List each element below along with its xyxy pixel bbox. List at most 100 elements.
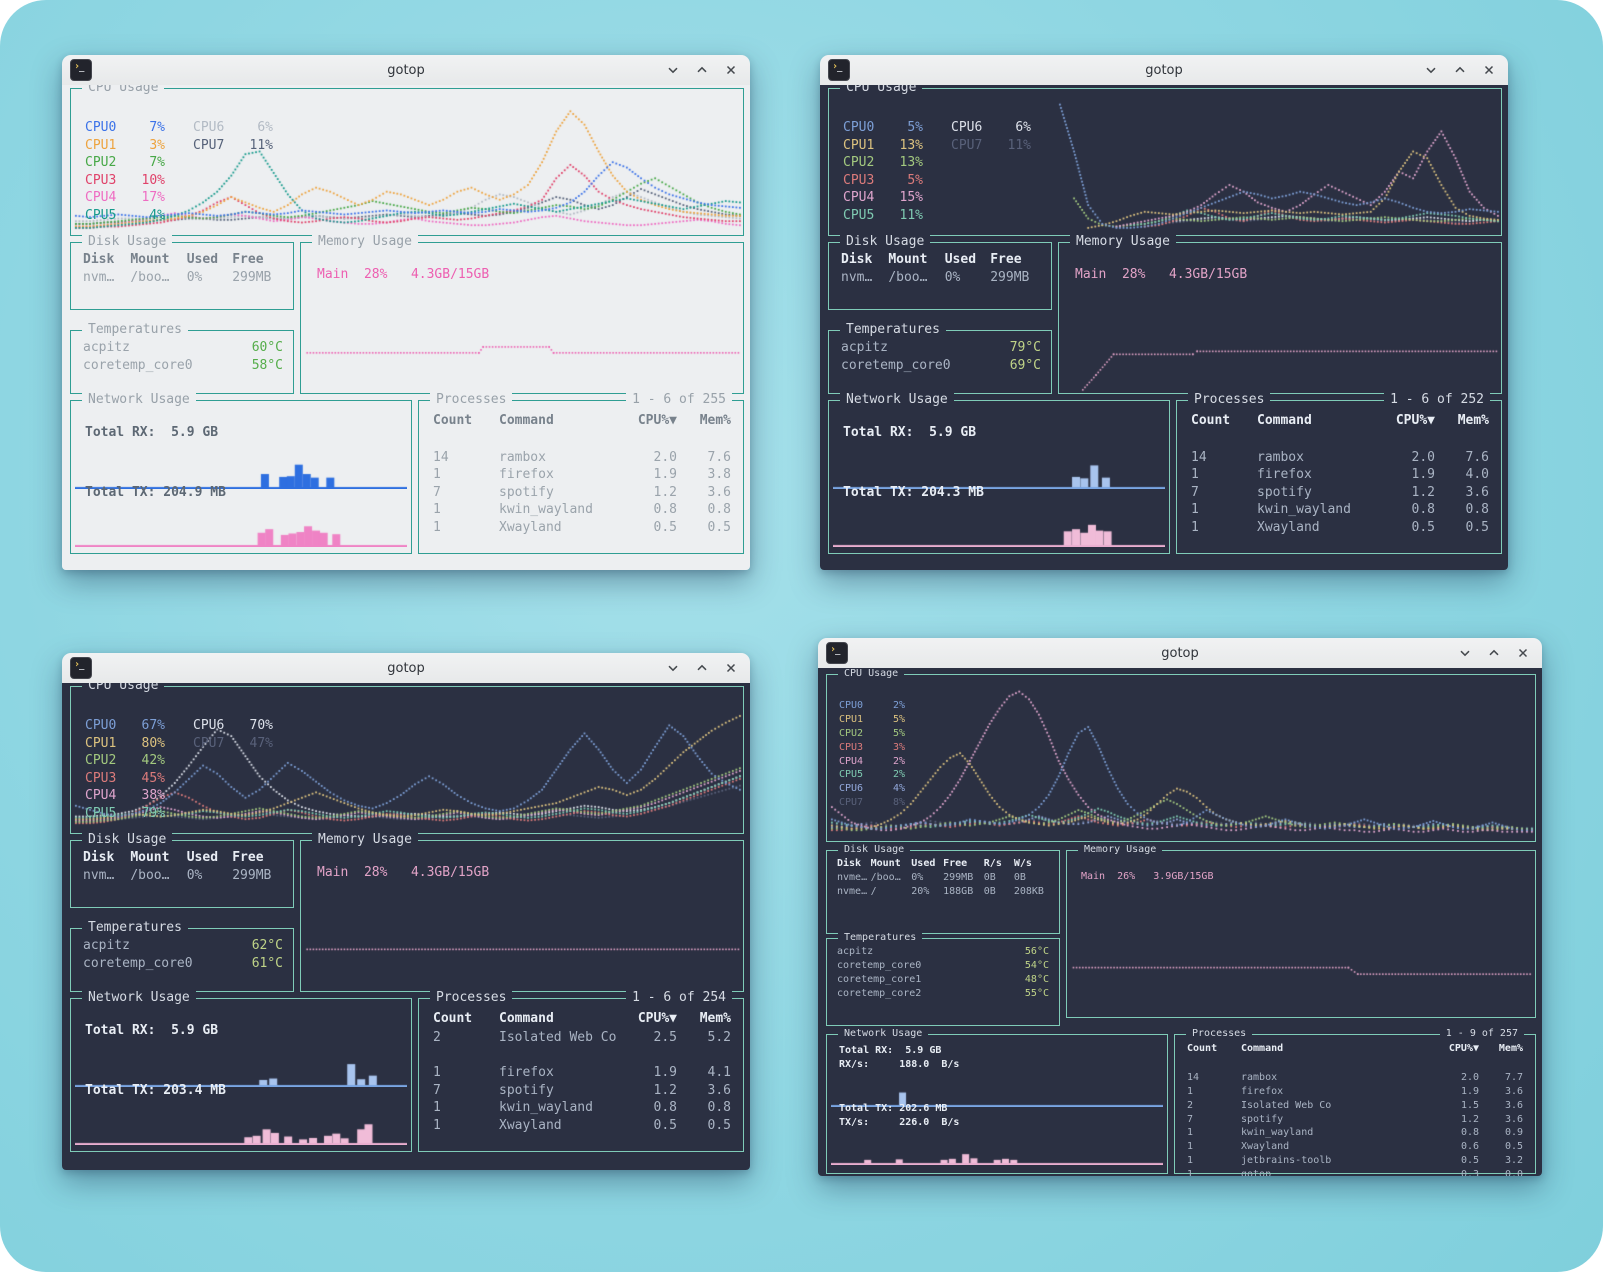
panel-processes: Processes 1 - 6 of 254 Count Command CPU… (418, 998, 744, 1152)
process-row[interactable]: 1Xwayland0.50.5 (433, 1117, 731, 1135)
panel-processes: Processes 1 - 6 of 252 Count Command CPU… (1176, 400, 1502, 554)
sort-by-cpu[interactable]: CPU%▼ (629, 1011, 677, 1026)
sort-by-mem[interactable]: Mem% (677, 413, 731, 428)
process-row[interactable]: 1Xwayland0.50.5 (433, 519, 731, 537)
process-header: Count Command CPU%▼ Mem% (1187, 1043, 1523, 1054)
process-row[interactable]: 7spotify1.23.6 (1191, 484, 1489, 502)
disk-row: DiskMountUsedFree (841, 251, 1043, 269)
sort-by-mem[interactable]: Mem% (1435, 413, 1489, 428)
minimize-button[interactable] (667, 64, 679, 76)
gotop-ui: CPU Usage CPU07%CPU13%CPU27%CPU310%CPU41… (62, 85, 750, 570)
process-table: 2Isolated Web Co2.55.2 1firefox1.94.17spo… (433, 1029, 731, 1134)
sort-by-cpu[interactable]: CPU%▼ (1387, 413, 1435, 428)
window-gotop-1: ›_ gotop CPU Usage CPU07%CPU13%CPU27%CPU… (62, 55, 750, 570)
disk-row: nvm…/boo…0%299MB (83, 867, 285, 885)
process-row[interactable]: 1firefox1.93.6 (1187, 1085, 1523, 1099)
titlebar[interactable]: ›_ gotop (818, 638, 1542, 669)
tx-rate: TX/s: 226.0 B/s (839, 1117, 959, 1128)
maximize-button[interactable] (1488, 647, 1500, 659)
disk-row: DiskMountUsedFree (83, 849, 285, 867)
maximize-button[interactable] (696, 64, 708, 76)
panel-title: Network Usage (82, 392, 196, 407)
process-row[interactable]: 14rambox2.07.7 (1187, 1071, 1523, 1085)
maximize-button[interactable] (1454, 64, 1466, 76)
titlebar[interactable]: ›_ gotop (62, 653, 750, 684)
process-row[interactable]: 1gotop0.30.0 (1187, 1168, 1523, 1176)
disk-row: DiskMountUsedFreeR/sW/s (837, 857, 1051, 871)
window-title: gotop (818, 646, 1542, 661)
window-title: gotop (62, 661, 750, 676)
process-row[interactable]: 1Xwayland0.50.5 (1191, 519, 1489, 537)
cpu-legend-item: CPU417% (85, 189, 165, 207)
window-gotop-4: ›_ gotop CPU Usage CPU02%CPU15%CPU25%CPU… (818, 638, 1542, 1176)
process-row[interactable]: 14rambox2.07.6 (1191, 449, 1489, 467)
tx-chart (75, 1105, 407, 1145)
cpu-legend-item: CPU310% (85, 172, 165, 190)
process-row[interactable]: 1kwin_wayland0.80.9 (1187, 1126, 1523, 1140)
panel-title: Temperatures (82, 322, 188, 337)
process-row[interactable]: 1kwin_wayland0.80.8 (1191, 501, 1489, 519)
process-row[interactable]: 1jetbrains-toolb0.53.2 (1187, 1154, 1523, 1168)
process-row[interactable]: 1firefox1.94.0 (1191, 466, 1489, 484)
titlebar[interactable]: ›_ gotop (820, 55, 1508, 86)
cpu-legend-item: CPU27% (85, 154, 165, 172)
sort-by-mem[interactable]: Mem% (1479, 1043, 1523, 1054)
cpu-legend-item: CPU067% (85, 717, 165, 735)
process-row[interactable]: 1Xwayland0.60.5 (1187, 1140, 1523, 1154)
minimize-button[interactable] (1425, 64, 1437, 76)
process-row[interactable]: 1firefox1.94.1 (433, 1064, 731, 1082)
process-row[interactable]: 1kwin_wayland0.80.8 (433, 1099, 731, 1117)
rx-chart (833, 449, 1165, 489)
panel-title: Disk Usage (82, 832, 172, 847)
total-rx: Total RX: 5.9 GB (843, 425, 976, 440)
close-button[interactable] (1517, 647, 1529, 659)
desktop: ›_ gotop CPU Usage CPU07%CPU13%CPU27%CPU… (0, 0, 1603, 1272)
disk-row: nvm…/boo…0%299MB (841, 269, 1043, 287)
panel-disk-usage: Disk Usage DiskMountUsedFreeR/sW/snvme…/… (826, 850, 1060, 934)
gotop-ui: CPU Usage CPU02%CPU15%CPU25%CPU33%CPU42%… (818, 668, 1542, 1176)
cpu-legend-item: CPU670% (193, 717, 273, 735)
process-table: 14rambox2.07.61firefox1.94.07spotify1.23… (1191, 431, 1489, 536)
disk-table: DiskMountUsedFreenvm…/boo…0%299MB (841, 251, 1043, 286)
cpu-legend-item: CPU511% (843, 207, 923, 225)
memory-main-row: Main 28% 4.3GB/15GB (317, 865, 489, 880)
panel-cpu-usage: CPU Usage CPU07%CPU13%CPU27%CPU310%CPU41… (70, 88, 744, 236)
rx-chart (75, 449, 407, 489)
minimize-button[interactable] (1459, 647, 1471, 659)
panel-title: Temperatures (838, 932, 922, 943)
window-gotop-3: ›_ gotop CPU Usage CPU067%CPU180%CPU242%… (62, 653, 750, 1170)
process-header: Count Command CPU%▼ Mem% (1191, 413, 1489, 428)
process-range: 1 - 6 of 254 (626, 990, 732, 1005)
close-button[interactable] (725, 662, 737, 674)
process-row[interactable] (1191, 431, 1489, 449)
minimize-button[interactable] (667, 662, 679, 674)
process-row[interactable]: 1firefox1.93.8 (433, 466, 731, 484)
process-row[interactable]: 1kwin_wayland0.80.8 (433, 501, 731, 519)
cpu-legend-item: CPU345% (85, 770, 165, 788)
cpu-legend-item: CPU33% (839, 741, 905, 755)
temperature-list: acpitz62°Ccoretemp_core061°C (83, 937, 283, 972)
sort-by-cpu[interactable]: CPU%▼ (1435, 1043, 1479, 1054)
close-button[interactable] (725, 64, 737, 76)
process-table: 14rambox2.07.61firefox1.93.87spotify1.23… (433, 431, 731, 536)
process-row[interactable] (433, 1047, 731, 1065)
sort-by-mem[interactable]: Mem% (677, 1011, 731, 1026)
process-row[interactable]: 7spotify1.23.6 (433, 484, 731, 502)
process-row[interactable]: 2Isolated Web Co1.53.6 (1187, 1099, 1523, 1113)
maximize-button[interactable] (696, 662, 708, 674)
panel-title: Processes (430, 990, 512, 1005)
rx-chart (75, 1047, 407, 1087)
process-row[interactable]: 14rambox2.07.6 (433, 449, 731, 467)
panel-title: Disk Usage (840, 234, 930, 249)
panel-processes: Processes 1 - 9 of 257 Count Command CPU… (1174, 1034, 1536, 1174)
disk-table: DiskMountUsedFreenvm…/boo…0%299MB (83, 251, 285, 286)
sort-by-cpu[interactable]: CPU%▼ (629, 413, 677, 428)
disk-row: nvme…/boo…0%299MB0B0B (837, 871, 1051, 885)
process-row[interactable] (433, 431, 731, 449)
process-row[interactable]: 2Isolated Web Co2.55.2 (433, 1029, 731, 1047)
process-row[interactable] (1187, 1057, 1523, 1071)
process-row[interactable]: 7spotify1.23.6 (1187, 1113, 1523, 1127)
process-row[interactable]: 7spotify1.23.6 (433, 1082, 731, 1100)
close-button[interactable] (1483, 64, 1495, 76)
titlebar[interactable]: ›_ gotop (62, 55, 750, 86)
